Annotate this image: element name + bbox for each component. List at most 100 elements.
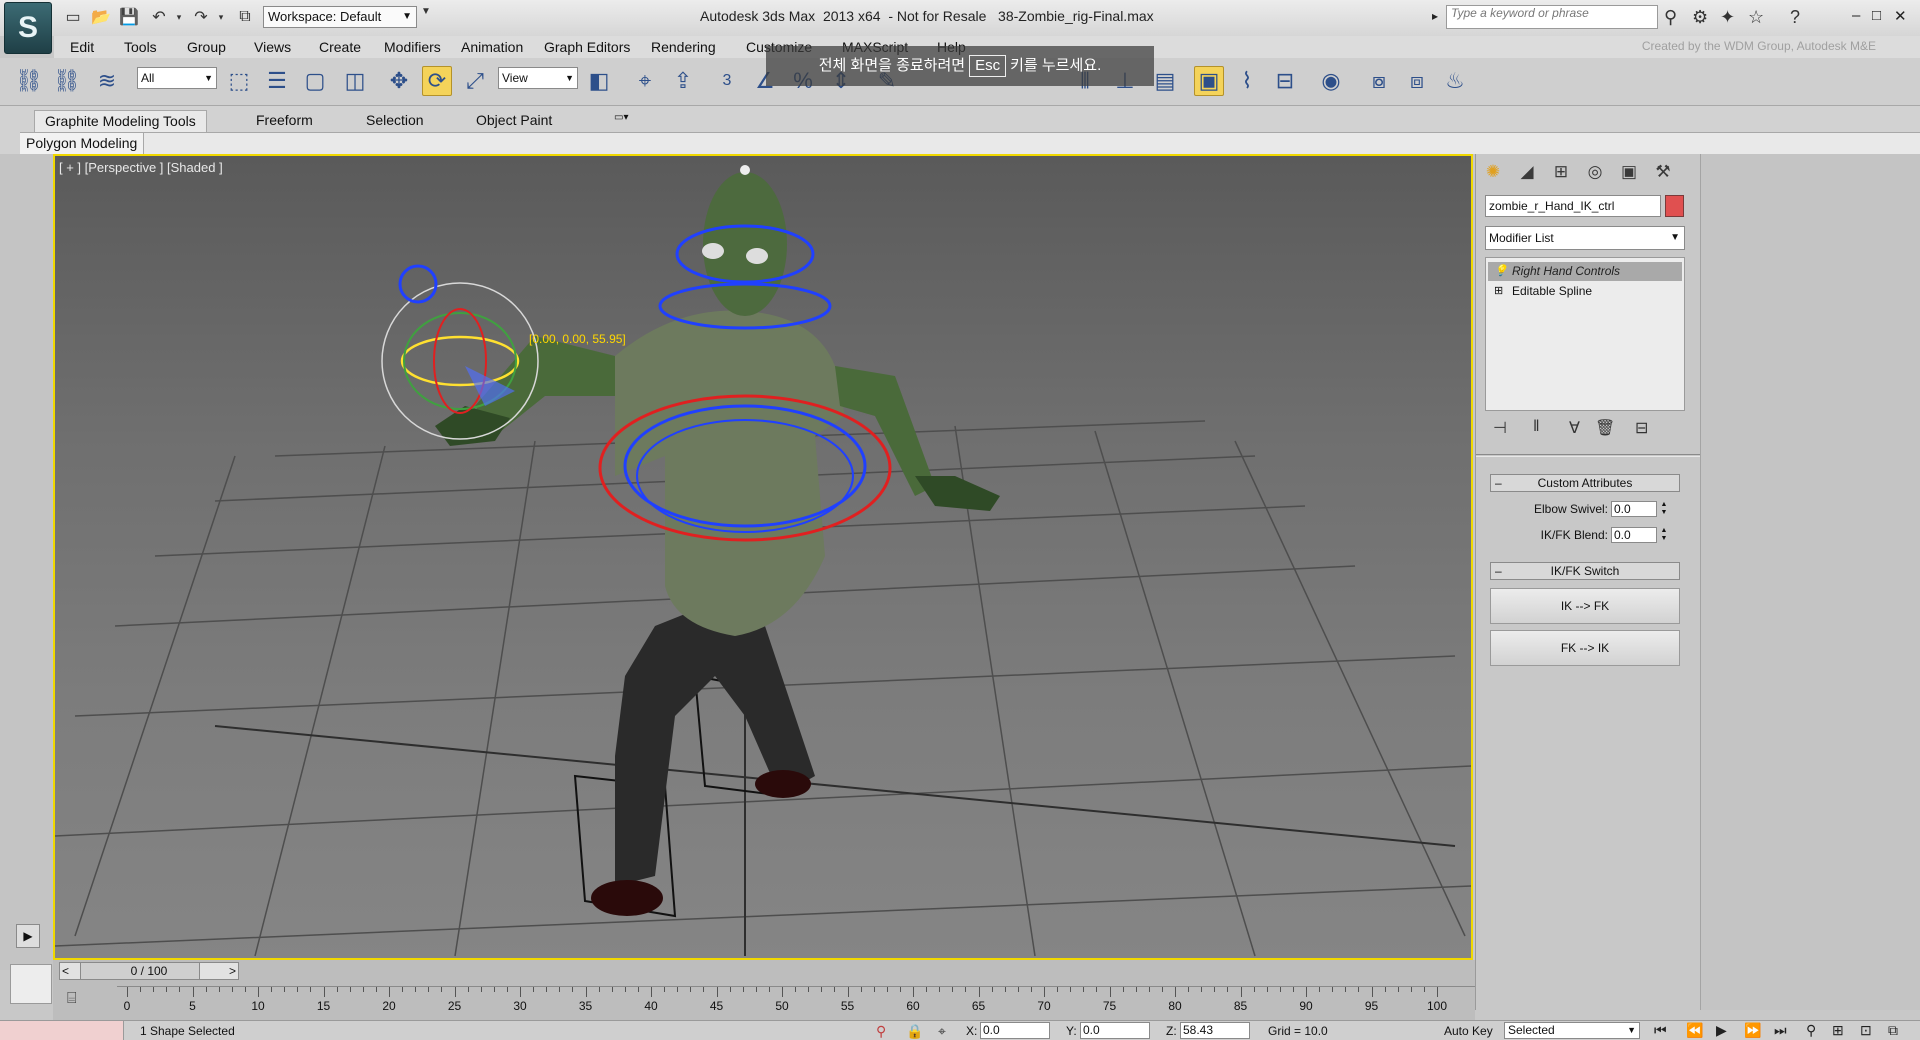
time-slider[interactable]: < 0 / 100 >	[59, 962, 239, 980]
expand-plus-icon[interactable]: ⊞	[1494, 282, 1503, 301]
pivot-center-icon[interactable]: ◧	[584, 66, 614, 96]
auto-key-button[interactable]: Auto Key	[1444, 1024, 1493, 1038]
minimize-icon[interactable]: –	[1852, 7, 1860, 24]
display-tab-icon[interactable]: ▣	[1616, 159, 1642, 185]
project-folder-icon[interactable]: ⧉	[234, 6, 256, 28]
ribbon-options-icon[interactable]: ▭▾	[604, 110, 638, 132]
bind-spacewarp-icon[interactable]: ≋	[92, 66, 122, 96]
schematic-view-icon[interactable]: ⊟	[1270, 66, 1300, 96]
menu-edit[interactable]: Edit	[70, 39, 94, 55]
select-link-icon[interactable]: ⛓	[14, 66, 44, 96]
stack-item-editable-spline[interactable]: ⊞ Editable Spline	[1488, 282, 1682, 301]
selection-lock-icon[interactable]: 🔒	[906, 1023, 923, 1040]
fk-to-ik-button[interactable]: FK --> IK	[1490, 630, 1680, 666]
save-file-icon[interactable]: 💾	[118, 6, 140, 28]
x-coordinate-field[interactable]: 0.0	[980, 1022, 1050, 1039]
modifier-list-dropdown[interactable]: Modifier List ▼	[1485, 226, 1685, 250]
menu-animation[interactable]: Animation	[461, 39, 523, 55]
menu-graph-editors[interactable]: Graph Editors	[544, 39, 630, 55]
elbow-swivel-spinner[interactable]: 0.0	[1611, 501, 1657, 517]
tab-freeform[interactable]: Freeform	[246, 110, 323, 132]
material-editor-icon[interactable]: ◉	[1316, 66, 1346, 96]
tab-object-paint[interactable]: Object Paint	[466, 110, 562, 132]
custom-attributes-rollout-header[interactable]: – Custom Attributes	[1490, 474, 1680, 492]
lightbulb-icon[interactable]: 💡	[1494, 262, 1508, 281]
layer-manager-icon[interactable]: ▤	[1150, 66, 1180, 96]
play-arrow-icon[interactable]: ▸	[1432, 9, 1438, 23]
curve-editor-icon[interactable]: ⌇	[1232, 66, 1262, 96]
y-coordinate-field[interactable]: 0.0	[1080, 1022, 1150, 1039]
ikfk-blend-spinner[interactable]: 0.0	[1611, 527, 1657, 543]
rotate-icon[interactable]: ⟳	[422, 66, 452, 96]
new-file-icon[interactable]: ▭	[62, 6, 84, 28]
select-by-name-icon[interactable]: ☰	[262, 66, 292, 96]
utilities-tab-icon[interactable]: ⚒	[1650, 159, 1676, 185]
motion-tab-icon[interactable]: ◎	[1582, 159, 1608, 185]
next-frame-icon[interactable]: >	[229, 963, 236, 979]
favorites-star-icon[interactable]: ☆	[1748, 7, 1764, 28]
menu-views[interactable]: Views	[254, 39, 291, 55]
maxscript-mini-listener[interactable]	[10, 964, 52, 1004]
render-setup-icon[interactable]: ⧇	[1364, 66, 1394, 96]
menu-group[interactable]: Group	[187, 39, 226, 55]
zoom-extents-icon[interactable]: ⊡	[1860, 1022, 1872, 1039]
tab-graphite-modeling-tools[interactable]: Graphite Modeling Tools	[34, 110, 207, 132]
unlink-icon[interactable]: ⛓	[52, 66, 82, 96]
maximize-icon[interactable]: □	[1872, 7, 1881, 24]
binoculars-icon[interactable]: ⚲	[1664, 7, 1677, 28]
play-icon[interactable]: ▶	[1716, 1022, 1727, 1039]
go-to-end-icon[interactable]: ⏭	[1774, 1022, 1787, 1039]
previous-key-icon[interactable]: ⏪	[1686, 1022, 1703, 1039]
menu-rendering[interactable]: Rendering	[651, 39, 716, 55]
redo-icon[interactable]: ↷	[190, 6, 212, 28]
previous-frame-icon[interactable]: <	[62, 963, 69, 979]
search-input[interactable]: Type a keyword or phrase	[1446, 5, 1658, 29]
next-key-icon[interactable]: ⏩	[1744, 1022, 1761, 1039]
snap-toggle-icon[interactable]: 3	[712, 66, 742, 96]
menu-modifiers[interactable]: Modifiers	[384, 39, 441, 55]
track-bar[interactable]: 0 5 10 15 20 25 30 35 40 45 50 55 60 65 70 75 80 85 90 95 10…	[117, 986, 1475, 1016]
scale-icon[interactable]: ⤢	[460, 66, 490, 96]
isolate-selection-icon[interactable]: ⚲	[876, 1023, 886, 1040]
object-name-field[interactable]: zombie_r_Hand_IK_ctrl	[1485, 195, 1661, 217]
workspace-dropdown[interactable]: Workspace: Default ▼	[263, 6, 417, 28]
menu-tools[interactable]: Tools	[124, 39, 157, 55]
tab-selection[interactable]: Selection	[356, 110, 434, 132]
render-teapot-icon[interactable]: ♨	[1440, 66, 1470, 96]
viewport-layout-toggle-icon[interactable]: ▶	[16, 924, 40, 948]
select-manipulate-icon[interactable]: ⌖	[630, 66, 660, 96]
select-object-icon[interactable]: ⬚	[224, 66, 254, 96]
close-icon[interactable]: ✕	[1894, 7, 1907, 25]
configure-sets-icon[interactable]: ⊟	[1635, 418, 1648, 438]
communication-icon[interactable]: ✦	[1720, 7, 1735, 28]
hierarchy-tab-icon[interactable]: ⊞	[1548, 159, 1574, 185]
undo-icon[interactable]: ↶	[148, 6, 170, 28]
zoom-all-icon[interactable]: ⊞	[1832, 1022, 1844, 1039]
absolute-offset-icon[interactable]: ⌖	[938, 1023, 946, 1040]
help-icon[interactable]: ?	[1790, 7, 1800, 28]
window-crossing-icon[interactable]: ◫	[340, 66, 370, 96]
zoom-icon[interactable]: ⚲	[1806, 1022, 1816, 1039]
modify-tab-icon[interactable]: ◢	[1514, 159, 1540, 185]
rendered-frame-icon[interactable]: ⧈	[1402, 66, 1432, 96]
app-logo-button[interactable]: S	[4, 2, 52, 54]
move-icon[interactable]: ✥	[384, 66, 414, 96]
maxscript-listener-area[interactable]	[0, 1021, 124, 1040]
menu-create[interactable]: Create	[319, 39, 361, 55]
keyboard-shortcut-icon[interactable]: ⇪	[668, 66, 698, 96]
z-coordinate-field[interactable]: 58.43	[1180, 1022, 1250, 1039]
remove-modifier-icon[interactable]: 🗑	[1595, 418, 1615, 438]
go-to-start-icon[interactable]: ⏮	[1654, 1022, 1667, 1039]
mini-curve-editor-icon[interactable]: ⌸	[67, 990, 77, 1008]
rectangular-region-icon[interactable]: ▢	[300, 66, 330, 96]
redo-dropdown-icon[interactable]: ▾	[210, 6, 232, 28]
undo-dropdown-icon[interactable]: ▾	[168, 6, 190, 28]
spinner-arrows-icon[interactable]: ▲ ▼	[1659, 501, 1669, 517]
show-end-result-icon[interactable]: ‖	[1533, 418, 1540, 436]
key-mode-dropdown[interactable]: Selected ▼	[1504, 1022, 1640, 1039]
make-unique-icon[interactable]: ∀	[1569, 418, 1580, 438]
object-color-swatch[interactable]	[1665, 195, 1684, 217]
stack-item-right-hand-controls[interactable]: 💡 Right Hand Controls	[1488, 262, 1682, 281]
ikfk-switch-rollout-header[interactable]: – IK/FK Switch	[1490, 562, 1680, 580]
perspective-viewport[interactable]: [ + ] [Perspective ] [Shaded ] [0.00, 0.…	[53, 154, 1473, 960]
